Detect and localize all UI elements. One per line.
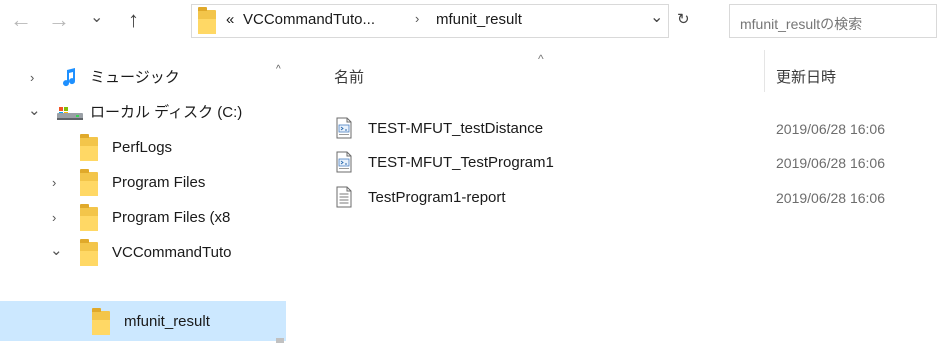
folder-icon bbox=[80, 169, 98, 196]
search-input[interactable]: mfunit_resultの検索 bbox=[729, 4, 937, 38]
address-dropdown-icon[interactable]: ⌄ bbox=[650, 9, 663, 27]
tree-item-label: VCCommandTuto bbox=[112, 244, 232, 261]
breadcrumb-item-current[interactable]: mfunit_result bbox=[436, 11, 522, 29]
forward-button[interactable]: → bbox=[48, 8, 70, 32]
folder-icon bbox=[92, 308, 110, 335]
breadcrumb-separator-icon[interactable]: › bbox=[415, 11, 419, 26]
tree-item-music[interactable]: › ミュージック bbox=[0, 61, 286, 95]
tree-item-label: ミュージック bbox=[90, 69, 180, 86]
folder-icon bbox=[80, 239, 98, 266]
chevron-right-icon[interactable]: › bbox=[30, 69, 34, 87]
tree-item-perflogs[interactable]: PerfLogs bbox=[0, 131, 286, 165]
chevron-right-icon[interactable]: › bbox=[52, 174, 56, 192]
file-name: TEST-MFUT_testDistance bbox=[368, 120, 544, 137]
xml-document-icon bbox=[336, 151, 352, 173]
sort-ascending-icon: ^ bbox=[538, 52, 544, 66]
back-button[interactable]: ← bbox=[10, 8, 32, 32]
file-row[interactable]: TEST-MFUT_TestProgram1 2019/06/28 16:06 bbox=[320, 147, 937, 177]
tree-item-label: Program Files bbox=[112, 174, 206, 191]
file-name: TEST-MFUT_TestProgram1 bbox=[368, 154, 554, 171]
chevron-right-icon[interactable]: › bbox=[52, 209, 56, 227]
folder-icon bbox=[80, 134, 98, 161]
recent-locations-button[interactable]: ⌄ bbox=[90, 6, 103, 30]
scrollbar-thumb[interactable] bbox=[276, 338, 284, 343]
text-document-icon bbox=[336, 186, 352, 208]
xml-document-icon bbox=[336, 117, 352, 139]
file-row[interactable]: TestProgram1-report 2019/06/28 16:06 bbox=[320, 182, 937, 212]
file-name: TestProgram1-report bbox=[368, 189, 506, 206]
scroll-up-icon[interactable]: ^ bbox=[276, 64, 281, 75]
forward-arrow-icon: → bbox=[48, 7, 70, 32]
column-header-name[interactable]: 名前 bbox=[334, 66, 364, 87]
breadcrumb-item[interactable]: VCCommandTuto... bbox=[243, 11, 375, 29]
folder-icon bbox=[198, 7, 216, 34]
chevron-down-icon[interactable]: ⌄ bbox=[50, 242, 63, 260]
drive-icon bbox=[57, 107, 83, 120]
file-date: 2019/06/28 16:06 bbox=[776, 190, 885, 206]
up-button[interactable]: ↑ bbox=[128, 8, 139, 32]
file-date: 2019/06/28 16:06 bbox=[776, 121, 885, 137]
chevron-down-icon: ⌄ bbox=[90, 9, 104, 26]
column-divider[interactable] bbox=[764, 50, 765, 92]
back-arrow-icon: ← bbox=[10, 7, 32, 32]
tree-item-program-files-x86[interactable]: › Program Files (x8 bbox=[0, 201, 286, 235]
chevron-down-icon[interactable]: ⌄ bbox=[28, 102, 41, 120]
tree-item-label: PerfLogs bbox=[112, 139, 173, 156]
breadcrumb-overflow[interactable]: « bbox=[226, 11, 234, 29]
file-row[interactable]: TEST-MFUT_testDistance 2019/06/28 16:06 bbox=[320, 113, 937, 143]
column-header-date[interactable]: 更新日時 bbox=[776, 66, 836, 87]
tree-item-local-disk[interactable]: ⌄ ローカル ディスク (C:) bbox=[0, 96, 286, 130]
folder-icon bbox=[80, 204, 98, 231]
refresh-icon[interactable]: ↻ bbox=[677, 11, 690, 29]
tree-item-mfunit-result[interactable]: mfunit_result bbox=[0, 301, 286, 341]
search-placeholder: mfunit_resultの検索 bbox=[740, 16, 863, 32]
tree-item-label: mfunit_result bbox=[124, 313, 210, 330]
tree-item-vccommandtuto[interactable]: ⌄ VCCommandTuto bbox=[0, 236, 286, 270]
tree-item-label: ローカル ディスク (C:) bbox=[90, 104, 243, 121]
tree-item-label: Program Files (x8 bbox=[112, 209, 231, 226]
up-arrow-icon: ↑ bbox=[128, 7, 139, 32]
music-icon bbox=[63, 68, 76, 87]
file-date: 2019/06/28 16:06 bbox=[776, 155, 885, 171]
tree-item-program-files[interactable]: › Program Files bbox=[0, 166, 286, 200]
